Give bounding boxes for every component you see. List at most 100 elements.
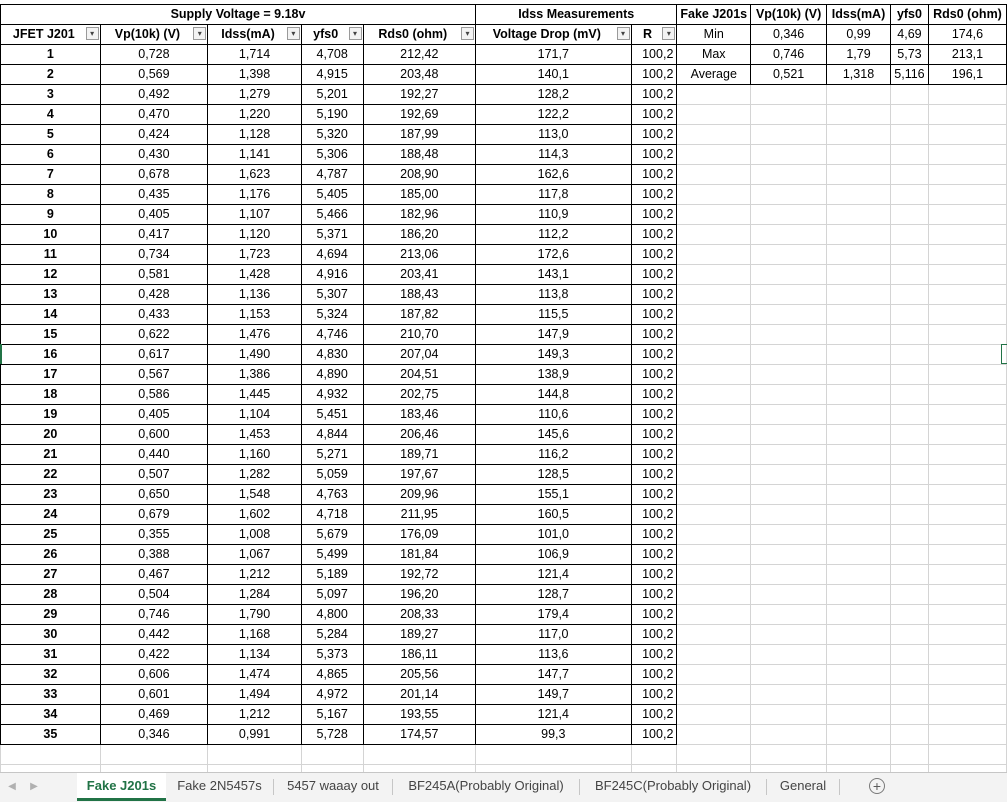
data-cell[interactable]: 181,84: [362, 544, 477, 565]
empty-cell[interactable]: [889, 484, 929, 505]
jfet-index-cell[interactable]: 27: [0, 564, 101, 585]
data-cell[interactable]: 182,96: [362, 204, 477, 225]
filter-dropdown-icon[interactable]: ▾: [286, 27, 300, 40]
data-cell[interactable]: 149,3: [475, 344, 632, 365]
empty-cell[interactable]: [826, 604, 891, 625]
data-cell[interactable]: 0,734: [99, 244, 209, 265]
data-cell[interactable]: 0,388: [99, 544, 209, 565]
column-header[interactable]: R ▾: [630, 24, 678, 45]
data-cell[interactable]: 213,06: [362, 244, 477, 265]
data-cell[interactable]: 197,67: [362, 464, 477, 485]
jfet-index-cell[interactable]: 3: [0, 84, 101, 105]
empty-cell[interactable]: [676, 584, 752, 605]
empty-cell[interactable]: [927, 264, 1007, 285]
data-cell[interactable]: 100,2: [630, 544, 678, 565]
data-cell[interactable]: 162,6: [475, 164, 632, 185]
empty-cell[interactable]: [676, 704, 752, 725]
jfet-index-cell[interactable]: 6: [0, 144, 101, 165]
jfet-index-cell[interactable]: 17: [0, 364, 101, 385]
data-cell[interactable]: 100,2: [630, 64, 678, 85]
data-cell[interactable]: 183,46: [362, 404, 477, 425]
data-cell[interactable]: 1,494: [207, 684, 302, 705]
data-cell[interactable]: 1,008: [207, 524, 302, 545]
idss-measurements-title[interactable]: Idss Measurements: [475, 4, 678, 25]
stats-value[interactable]: 174,6: [927, 24, 1007, 45]
empty-cell[interactable]: [889, 704, 929, 725]
data-cell[interactable]: 100,2: [630, 464, 678, 485]
data-cell[interactable]: 4,916: [300, 264, 364, 285]
empty-cell[interactable]: [750, 84, 828, 105]
empty-cell[interactable]: [826, 324, 891, 345]
empty-cell[interactable]: [750, 564, 828, 585]
data-cell[interactable]: 4,694: [300, 244, 364, 265]
empty-cell[interactable]: [889, 164, 929, 185]
data-cell[interactable]: 189,27: [362, 624, 477, 645]
empty-cell[interactable]: [927, 664, 1007, 685]
empty-cell[interactable]: [927, 564, 1007, 585]
empty-cell[interactable]: [889, 744, 929, 765]
data-cell[interactable]: 0,469: [99, 704, 209, 725]
data-cell[interactable]: 4,865: [300, 664, 364, 685]
empty-cell[interactable]: [927, 724, 1007, 745]
data-cell[interactable]: 100,2: [630, 684, 678, 705]
empty-cell[interactable]: [750, 104, 828, 125]
jfet-index-cell[interactable]: 11: [0, 244, 101, 265]
empty-cell[interactable]: [927, 304, 1007, 325]
tab-bf245c[interactable]: BF245C(Probably Original): [580, 773, 766, 801]
empty-cell[interactable]: [927, 744, 1007, 765]
data-cell[interactable]: 100,2: [630, 704, 678, 725]
empty-cell[interactable]: [676, 744, 752, 765]
empty-cell[interactable]: [750, 624, 828, 645]
empty-cell[interactable]: [676, 564, 752, 585]
data-cell[interactable]: 1,067: [207, 544, 302, 565]
empty-cell[interactable]: [750, 364, 828, 385]
empty-cell[interactable]: [826, 724, 891, 745]
data-cell[interactable]: 117,8: [475, 184, 632, 205]
data-cell[interactable]: 5,373: [300, 644, 364, 665]
empty-cell[interactable]: [889, 584, 929, 605]
column-header[interactable]: yfs0 ▾: [300, 24, 364, 45]
data-cell[interactable]: 5,324: [300, 304, 364, 325]
data-cell[interactable]: 5,097: [300, 584, 364, 605]
data-cell[interactable]: 5,307: [300, 284, 364, 305]
empty-cell[interactable]: [889, 264, 929, 285]
add-sheet-icon[interactable]: +: [869, 778, 885, 794]
data-cell[interactable]: 4,844: [300, 424, 364, 445]
empty-cell[interactable]: [826, 464, 891, 485]
jfet-index-cell[interactable]: 30: [0, 624, 101, 645]
data-cell[interactable]: 1,623: [207, 164, 302, 185]
data-cell[interactable]: 100,2: [630, 44, 678, 65]
data-cell[interactable]: 128,5: [475, 464, 632, 485]
empty-cell[interactable]: [826, 504, 891, 525]
data-cell[interactable]: 208,90: [362, 164, 477, 185]
data-cell[interactable]: 0,470: [99, 104, 209, 125]
empty-cell[interactable]: [676, 684, 752, 705]
column-header[interactable]: Idss(mA) ▾: [207, 24, 302, 45]
filter-dropdown-icon[interactable]: ▾: [461, 27, 475, 40]
empty-cell[interactable]: [750, 644, 828, 665]
empty-cell[interactable]: [889, 724, 929, 745]
data-cell[interactable]: 100,2: [630, 364, 678, 385]
data-cell[interactable]: 0,428: [99, 284, 209, 305]
empty-cell[interactable]: [750, 764, 828, 772]
data-cell[interactable]: 112,2: [475, 224, 632, 245]
data-cell[interactable]: 1,398: [207, 64, 302, 85]
empty-cell[interactable]: [826, 744, 891, 765]
empty-cell[interactable]: [475, 744, 632, 765]
jfet-index-cell[interactable]: 7: [0, 164, 101, 185]
empty-cell[interactable]: [676, 104, 752, 125]
data-cell[interactable]: 1,723: [207, 244, 302, 265]
data-cell[interactable]: 117,0: [475, 624, 632, 645]
data-cell[interactable]: 100,2: [630, 284, 678, 305]
empty-cell[interactable]: [826, 524, 891, 545]
jfet-index-cell[interactable]: 32: [0, 664, 101, 685]
data-cell[interactable]: 147,7: [475, 664, 632, 685]
data-cell[interactable]: 1,168: [207, 624, 302, 645]
empty-cell[interactable]: [676, 164, 752, 185]
empty-cell[interactable]: [676, 664, 752, 685]
data-cell[interactable]: 0,422: [99, 644, 209, 665]
jfet-index-cell[interactable]: 16: [0, 344, 101, 365]
data-cell[interactable]: 207,04: [362, 344, 477, 365]
data-cell[interactable]: 0,728: [99, 44, 209, 65]
data-cell[interactable]: 204,51: [362, 364, 477, 385]
